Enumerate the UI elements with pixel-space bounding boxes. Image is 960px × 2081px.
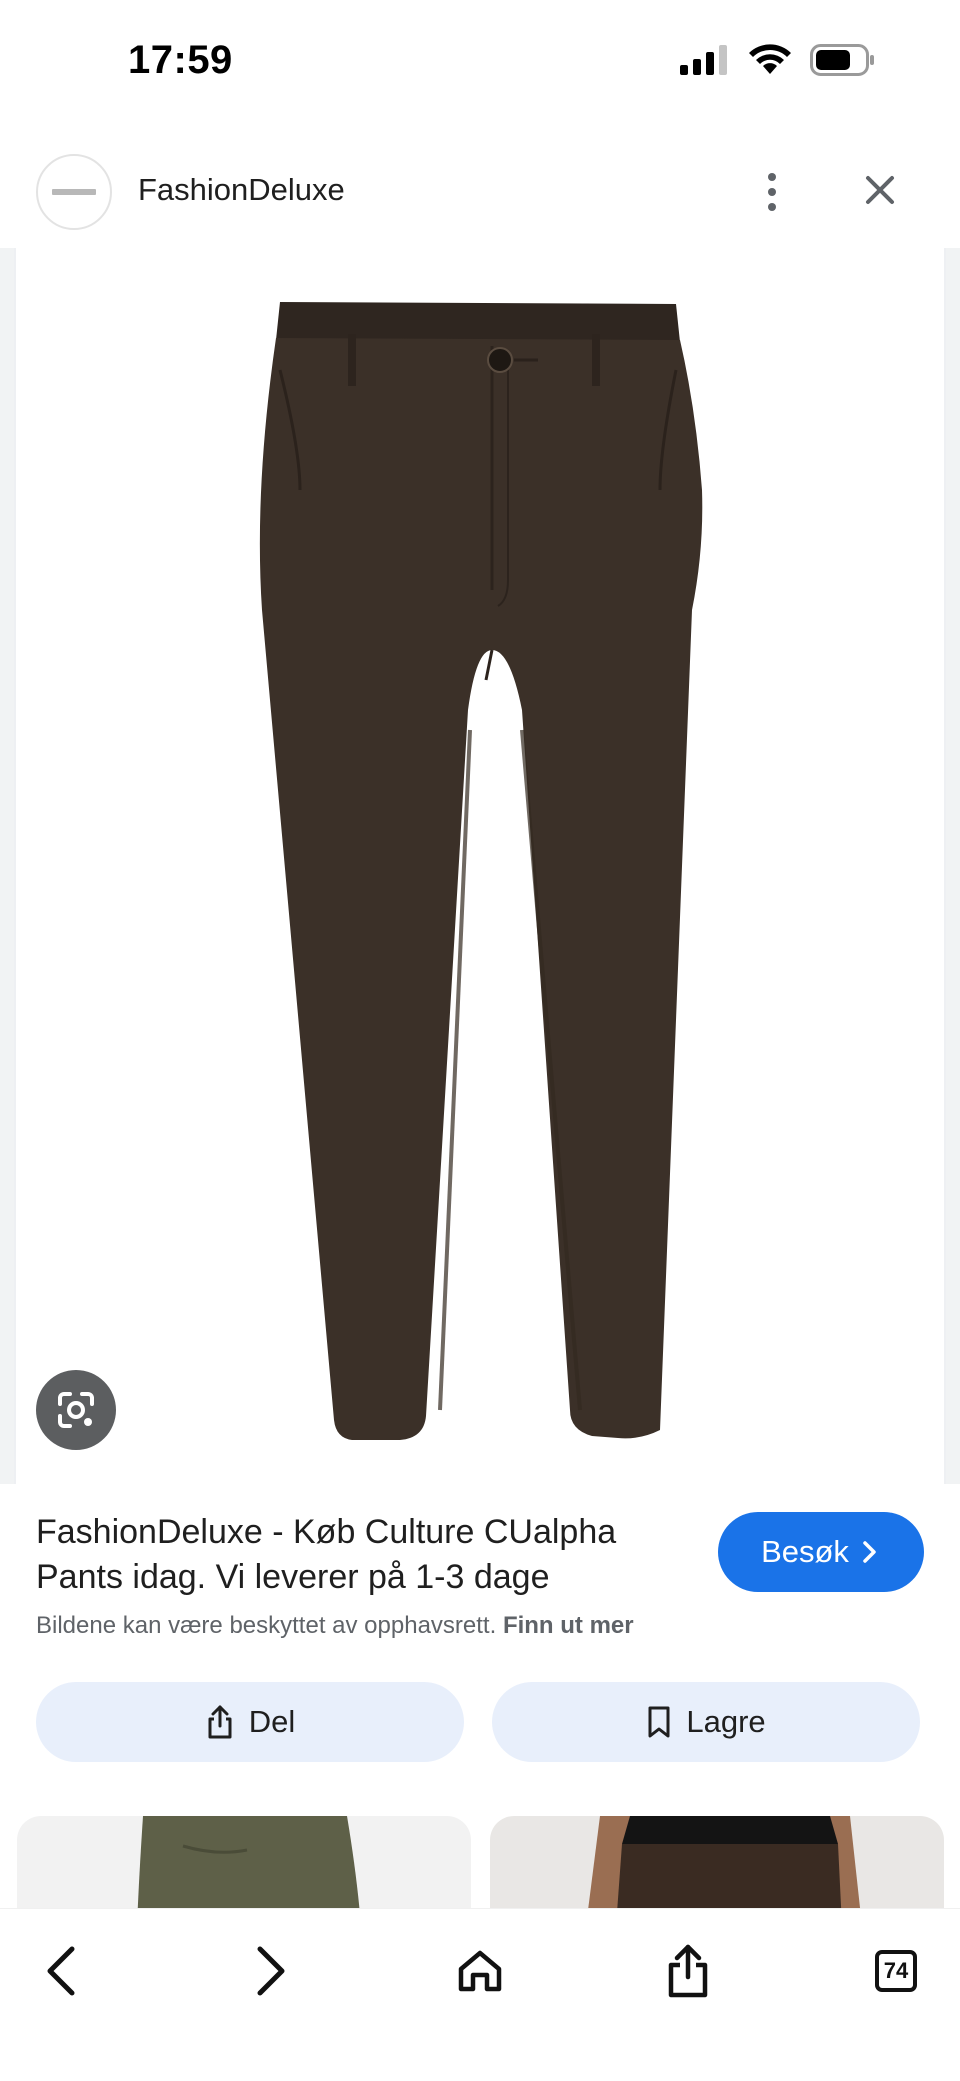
product-title[interactable]: FashionDeluxe - Køb Culture CUalpha Pant…	[36, 1510, 696, 1600]
product-image-pants	[259, 302, 703, 1440]
signal-icon	[680, 45, 727, 75]
image-gutter-left	[0, 248, 14, 1484]
tabs-count: 74	[875, 1950, 917, 1992]
wifi-icon	[749, 44, 791, 74]
image-gutter-right	[946, 248, 960, 1484]
home-button[interactable]	[440, 1931, 520, 2011]
more-vert-icon[interactable]	[752, 164, 792, 220]
battery-icon	[810, 44, 874, 76]
save-button-label: Lagre	[686, 1704, 766, 1739]
site-logo[interactable]	[36, 154, 112, 230]
chevron-left-icon	[47, 1946, 75, 1996]
save-button[interactable]: Lagre	[492, 1682, 920, 1762]
status-icons	[680, 44, 876, 76]
status-time: 17:59	[128, 38, 233, 82]
chevron-right-icon	[257, 1946, 285, 1996]
share-icon	[668, 1944, 708, 1998]
forward-button[interactable]	[230, 1931, 310, 2011]
home-indicator	[338, 2052, 622, 2062]
home-icon	[458, 1950, 502, 1992]
tabs-button[interactable]: 74	[856, 1931, 936, 2011]
share-page-button[interactable]	[648, 1931, 728, 2011]
bookmark-icon	[648, 1706, 670, 1738]
share-button[interactable]: Del	[36, 1682, 464, 1762]
share-icon	[208, 1705, 232, 1739]
copyright-notice: Bildene kan være beskyttet av opphavsret…	[36, 1612, 634, 1640]
visit-button[interactable]: Besøk	[718, 1512, 924, 1592]
back-button[interactable]	[22, 1931, 102, 2011]
close-icon[interactable]	[852, 162, 908, 218]
visit-button-label: Besøk	[761, 1534, 849, 1569]
chevron-right-icon	[863, 1541, 876, 1563]
google-lens-icon[interactable]	[36, 1370, 116, 1450]
status-bar: 17:59	[0, 0, 960, 130]
site-name[interactable]: FashionDeluxe	[138, 172, 345, 208]
header: FashionDeluxe	[0, 150, 960, 250]
learn-more-link[interactable]: Finn ut mer	[503, 1612, 634, 1639]
share-button-label: Del	[248, 1704, 296, 1739]
copyright-text: Bildene kan være beskyttet av opphavsret…	[36, 1612, 497, 1639]
lens-glyph-icon	[58, 1392, 94, 1428]
site-logo-mark	[52, 189, 96, 195]
